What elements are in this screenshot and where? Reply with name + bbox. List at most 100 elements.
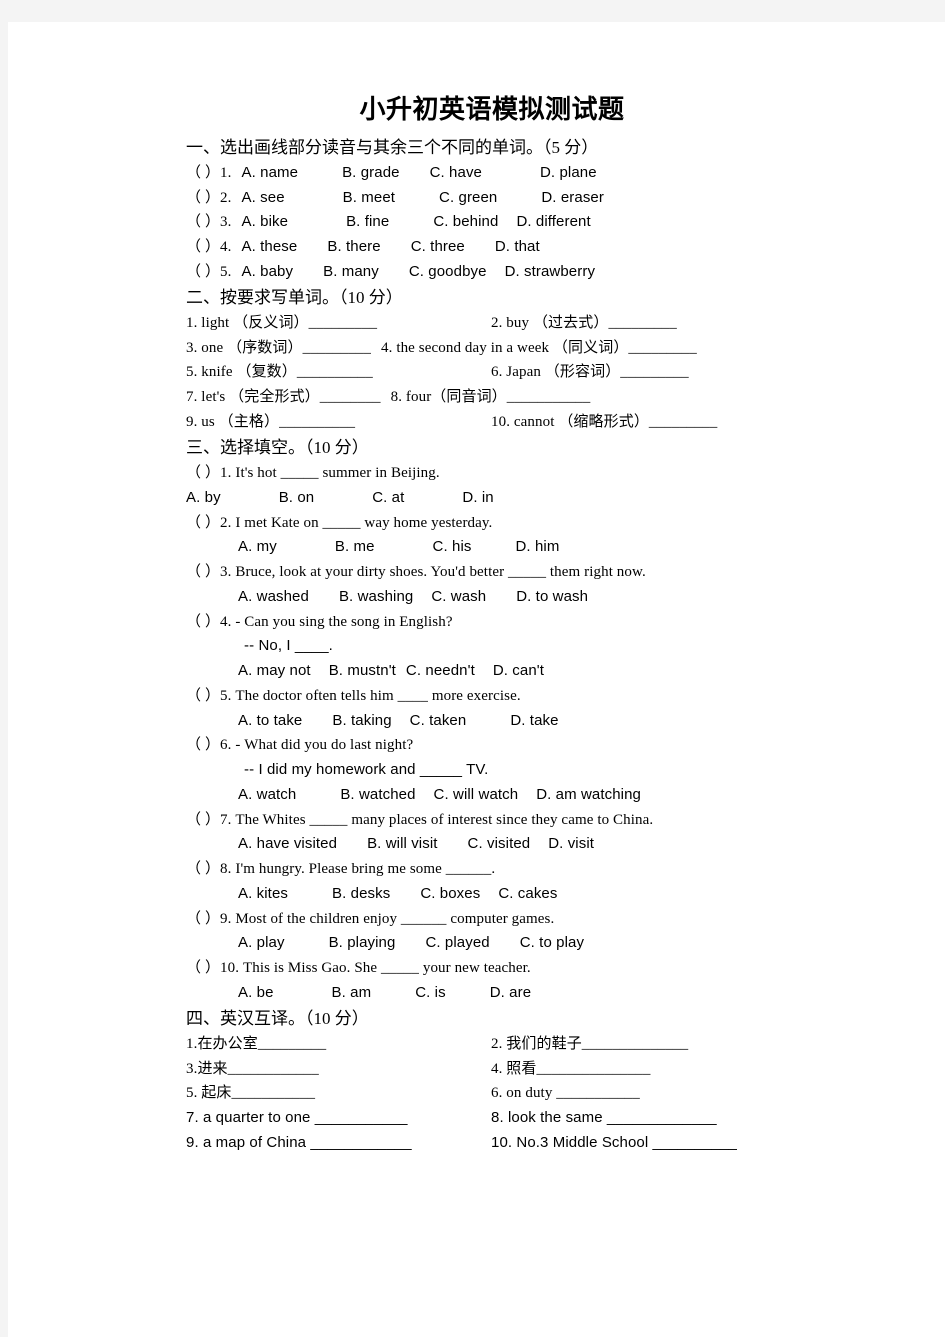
choice-question-1-options: A. by B. on C. at D. in [186,486,826,511]
word-form-3: 3. one （序数词）_________ [186,339,372,356]
q10-option-c: C. is [415,983,446,1001]
item-2-option-d: D. eraser [541,188,604,206]
choice-question-10-stem: （ ）10. This is Miss Gao. She _____ your … [186,956,826,981]
q2-option-a: A. my [238,538,277,556]
q5-stem-text: （ ）5. The doctor often tells him ____ mo… [186,687,521,704]
q4-option-b: B. mustn't [328,662,396,680]
q7-option-c: C. visited [467,835,531,853]
q5-option-b: B. taking [332,711,392,729]
item-5-option-c: C. goodbye [408,262,487,280]
listening-item-1: （ ）1. A. name B. grade C. have D. plane [186,161,826,186]
q5-option-c: C. taken [409,711,467,729]
section-3: 三、选择填空。（10 分） （ ）1. It's hot _____ summe… [186,435,826,1006]
listening-item-2: （ ）2. A. see B. meet C. green D. eraser [186,186,826,211]
q8-option-c: C. boxes [420,884,481,902]
q4-option-a: A. may not [238,662,311,680]
item-4-option-b: B. there [327,238,381,256]
q9-option-b: B. playing [328,934,396,952]
q10-option-a: A. be [238,983,274,1001]
item-2-option-c: C. green [439,188,498,206]
q2-option-d: D. him [515,538,560,556]
choice-question-2-stem: （ ）2. I met Kate on _____ way home yeste… [186,511,826,536]
section-4: 四、英汉互译。（10 分） 1.在办公室_________ 2. 我们的鞋子___… [186,1006,826,1156]
translation-row-4: 7. a quarter to one ___________ 8. look t… [186,1106,826,1131]
choice-question-2-options: A. my B. me C. his D. him [186,535,826,560]
choice-question-3-options: A. washed B. washing C. wash D. to wash [186,585,826,610]
q8-option-a: A. kites [238,884,288,902]
q2-option-c: C. his [432,538,472,556]
translation-row-1: 1.在办公室_________ 2. 我们的鞋子______________ [186,1032,826,1057]
word-form-5: 5. knife （复数）__________ [186,364,373,381]
choice-question-6-stem: （ ）6. - What did you do last night? [186,733,826,758]
item-5-option-b: B. many [323,262,379,280]
section-2: 二、按要求写单词。（10 分） 1. light （反义词）_________ 2… [186,285,826,435]
q9-option-d: C. to play [519,934,585,952]
item-4-option-a: A. these [241,238,298,256]
item-2-option-a: A. see [241,188,285,206]
q6-option-d: D. am watching [536,785,641,803]
item-5-option-d: D. strawberry [504,262,596,280]
q10-stem-text: （ ）10. This is Miss Gao. She _____ your … [186,960,531,977]
q6-stem-text: （ ）6. - What did you do last night? [186,737,414,754]
choice-question-4-stem2: -- No, I ____. [186,634,826,659]
translation-item-2: 2. 我们的鞋子______________ [491,1035,689,1052]
section-4-heading: 四、英汉互译。（10 分） [186,1008,369,1028]
item-4-prefix: （ ）4. [186,239,232,256]
word-form-8: 8. four（同音词）___________ [390,389,591,406]
word-form-row-4: 7. let's （完全形式）________ 8. four（同音词）_____… [186,385,826,410]
item-1-option-d: D. plane [540,163,597,181]
section-1-heading: 一、选出画线部分读音与其余三个不同的单词。（5 分） [186,137,599,157]
item-1-option-c: C. have [429,163,482,181]
item-5-option-a: A. baby [241,262,294,280]
word-form-row-1: 1. light （反义词）_________ 2. buy （过去式）_____… [186,311,826,336]
choice-question-8-stem: （ ）8. I'm hungry. Please bring me some _… [186,857,826,882]
item-5-prefix: （ ）5. [186,263,232,280]
q10-option-d: D. are [489,983,532,1001]
translation-item-7: 7. a quarter to one ___________ [186,1109,408,1127]
q6-stem2-text: -- I did my homework and _____ TV. [244,761,489,779]
q7-option-d: D. visit [548,835,595,853]
item-2-option-b: B. meet [342,188,396,206]
document-page: 小升初英语模拟测试题 一、选出画线部分读音与其余三个不同的单词。（5 分） （ … [8,22,945,1337]
word-form-2: 2. buy （过去式）_________ [491,314,677,331]
choice-question-8-options: A. kites B. desks C. boxes C. cakes [186,882,826,907]
choice-question-4-stem: （ ）4. - Can you sing the song in English… [186,610,826,635]
choice-question-9-options: A. play B. playing C. played C. to play [186,931,826,956]
choice-question-6-stem2: -- I did my homework and _____ TV. [186,758,826,783]
translation-row-5: 9. a map of China ____________ 10. No.3 M… [186,1131,826,1156]
word-form-10: 10. cannot （缩略形式）_________ [491,413,718,430]
q8-option-d: C. cakes [498,884,558,902]
q3-option-d: D. to wash [516,587,589,605]
q9-option-a: A. play [238,934,285,952]
item-1-prefix: （ ）1. [186,164,232,181]
translation-item-6: 6. on duty ___________ [491,1085,640,1102]
q5-option-d: D. take [510,711,559,729]
word-form-4: 4. the second day in a week （同义词）_______… [381,339,697,356]
section-1: 一、选出画线部分读音与其余三个不同的单词。（5 分） （ ）1. A. name B… [186,135,826,285]
q7-stem-text: （ ）7. The Whites _____ many places of in… [186,811,654,828]
word-form-6: 6. Japan （形容词）_________ [491,364,689,381]
translation-row-3: 5. 起床___________ 6. on duty ___________ [186,1081,826,1106]
q7-option-b: B. will visit [367,835,438,853]
word-form-row-2: 3. one （序数词）_________ 4. the second day i… [186,336,826,361]
q4-option-d: D. can't [492,662,545,680]
translation-item-3: 3.进来____________ [186,1060,319,1077]
item-1-option-b: B. grade [342,163,400,181]
q3-option-c: C. wash [431,587,487,605]
choice-question-9-stem: （ ）9. Most of the children enjoy ______ … [186,907,826,932]
item-3-option-d: D. different [516,213,591,231]
choice-question-10-options: A. be B. am C. is D. are [186,981,826,1006]
document-body: 小升初英语模拟测试题 一、选出画线部分读音与其余三个不同的单词。（5 分） （ … [186,94,826,1156]
word-form-row-5: 9. us （主格）__________ 10. cannot （缩略形式）___… [186,410,826,435]
item-3-prefix: （ ）3. [186,214,232,231]
page-title: 小升初英语模拟测试题 [359,95,625,124]
q8-stem-text: （ ）8. I'm hungry. Please bring me some _… [186,861,496,878]
section-3-heading: 三、选择填空。（10 分） [186,437,369,457]
q10-option-b: B. am [331,983,372,1001]
listening-item-5: （ ）5. A. baby B. many C. goodbye D. strawber… [186,260,826,285]
item-1-option-a: A. name [241,163,299,181]
translation-item-8: 8. look the same _____________ [491,1109,717,1127]
choice-question-4-options: A. may not B. mustn't C. needn't D. can't [186,659,826,684]
q3-stem-text: （ ）3. Bruce, look at your dirty shoes. Y… [186,564,646,581]
translation-item-5: 5. 起床___________ [186,1085,316,1102]
